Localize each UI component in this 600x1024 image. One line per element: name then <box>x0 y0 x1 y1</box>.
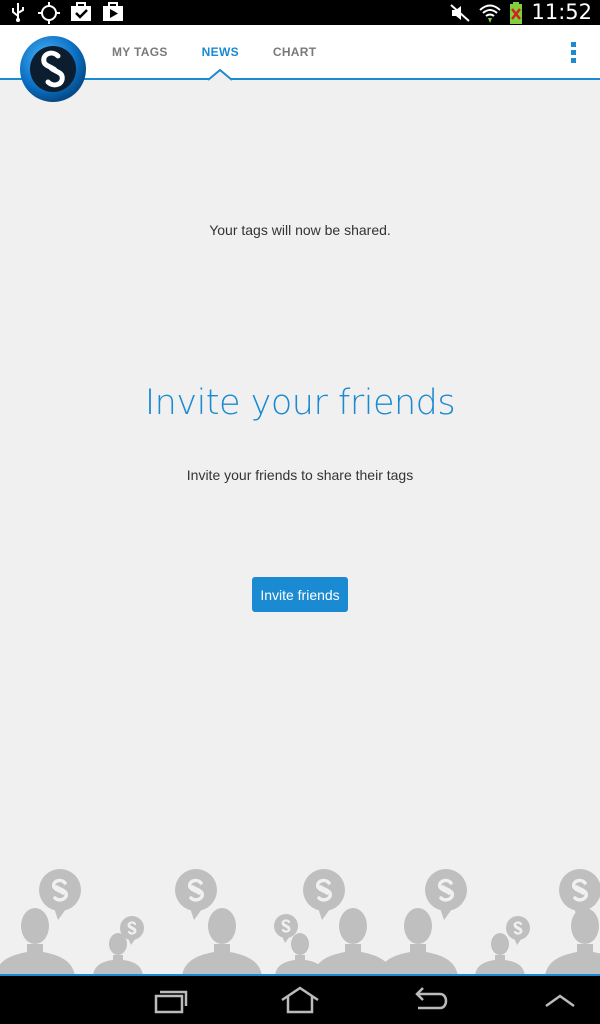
tab-label: NEWS <box>201 45 239 59</box>
mute-icon <box>450 3 471 22</box>
tab-my-tags[interactable]: MY TAGS <box>95 25 185 79</box>
battery-icon <box>510 1 523 24</box>
usb-icon <box>12 3 24 22</box>
tab-chart[interactable]: CHART <box>256 25 334 79</box>
tab-news[interactable]: NEWS <box>185 25 256 81</box>
shared-message: Your tags will now be shared. <box>209 222 391 238</box>
friends-illustration <box>0 867 600 976</box>
tab-label: MY TAGS <box>112 45 168 59</box>
menu-up-icon[interactable] <box>536 984 584 1016</box>
status-bar: 11:52 <box>0 0 600 25</box>
gps-icon <box>38 2 60 24</box>
invite-subtext: Invite your friends to share their tags <box>186 467 414 483</box>
home-icon[interactable] <box>276 984 324 1016</box>
overflow-menu-icon[interactable] <box>568 42 578 66</box>
system-nav-bar <box>0 976 600 1024</box>
active-tab-caret-icon <box>208 69 233 81</box>
tab-bar: MY TAGS NEWS CHART <box>95 25 334 81</box>
back-icon[interactable] <box>406 984 454 1016</box>
wifi-icon <box>479 4 502 23</box>
shazam-logo-icon[interactable] <box>18 34 88 104</box>
invite-headline: Invite your friends <box>144 383 456 423</box>
clock: 11:52 <box>531 0 592 24</box>
play-store-icon <box>103 2 123 21</box>
recent-apps-icon[interactable] <box>146 984 194 1016</box>
tab-label: CHART <box>272 45 317 59</box>
task-check-icon <box>71 2 91 21</box>
invite-friends-button[interactable]: Invite friends <box>252 577 348 612</box>
